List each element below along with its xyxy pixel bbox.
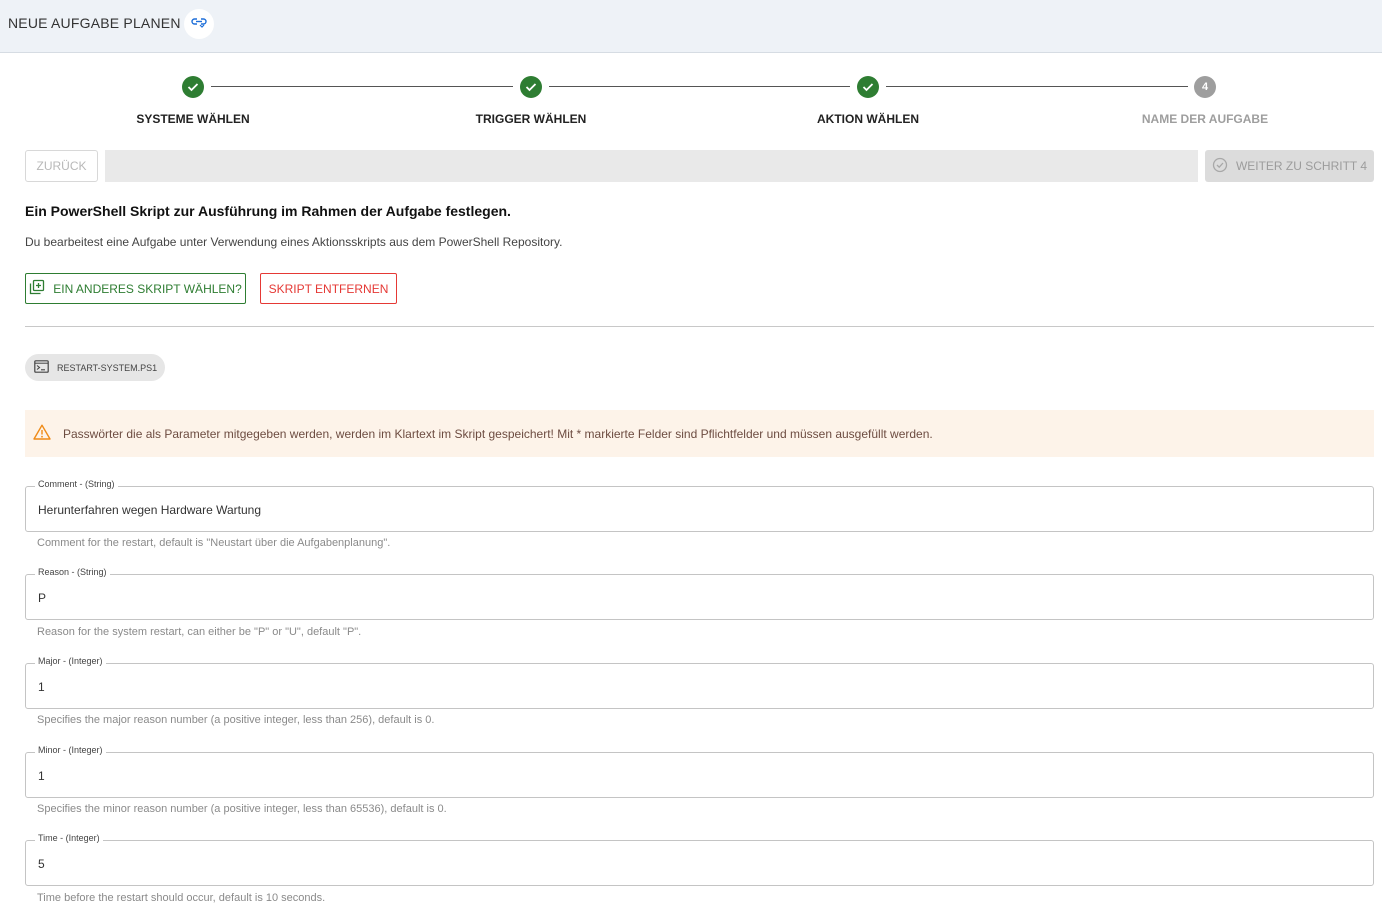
- page-header: NEUE AUFGABE PLANEN: [0, 0, 1382, 53]
- warning-banner: Passwörter die als Parameter mitgegeben …: [25, 410, 1374, 457]
- comment-field-label: Comment - (String): [35, 479, 118, 489]
- library-add-icon: [29, 279, 45, 298]
- next-step-button[interactable]: WEITER ZU SCHRITT 4: [1205, 150, 1374, 182]
- script-chip: RESTART-SYSTEM.PS1: [25, 354, 165, 381]
- step-label-trigger[interactable]: TRIGGER WÄHLEN: [476, 112, 587, 126]
- link-icon: [191, 15, 207, 33]
- warning-icon: [33, 424, 51, 443]
- remove-script-button[interactable]: SKRIPT ENTFERNEN: [260, 273, 397, 304]
- comment-field-value[interactable]: Herunterfahren wegen Hardware Wartung: [38, 503, 261, 517]
- terminal-icon: [34, 360, 49, 375]
- step-label-action[interactable]: AKTION WÄHLEN: [817, 112, 919, 126]
- step-connector: [549, 86, 850, 87]
- next-step-label: WEITER ZU SCHRITT 4: [1235, 159, 1368, 173]
- choose-other-script-label: EIN ANDERES SKRIPT WÄHLEN?: [53, 281, 242, 296]
- link-button[interactable]: [184, 9, 214, 39]
- time-field-label: Time - (Integer): [35, 833, 103, 843]
- stepper: 4 SYSTEME WÄHLEN TRIGGER WÄHLEN AKTION W…: [0, 72, 1382, 132]
- reason-field[interactable]: Reason - (String) P: [25, 567, 1374, 620]
- reason-field-label: Reason - (String): [35, 567, 110, 577]
- reason-field-value[interactable]: P: [38, 591, 46, 605]
- reason-field-help: Reason for the system restart, can eithe…: [37, 626, 362, 638]
- step-connector: [886, 86, 1188, 87]
- section-description: Du bearbeitest eine Aufgabe unter Verwen…: [25, 235, 563, 249]
- time-field[interactable]: Time - (Integer) 5: [25, 833, 1374, 886]
- step-1-check-icon: [182, 76, 204, 98]
- step-connector: [211, 86, 513, 87]
- section-divider: [25, 326, 1374, 327]
- section-title: Ein PowerShell Skript zur Ausführung im …: [25, 203, 511, 219]
- script-chip-label: RESTART-SYSTEM.PS1: [57, 362, 158, 373]
- step-4-number: 4: [1194, 76, 1216, 98]
- step-label-systems[interactable]: SYSTEME WÄHLEN: [136, 112, 249, 126]
- minor-field-help: Specifies the minor reason number (a pos…: [37, 803, 447, 815]
- major-field[interactable]: Major - (Integer) 1: [25, 656, 1374, 709]
- step-3-check-icon: [857, 76, 879, 98]
- major-field-value[interactable]: 1: [38, 680, 45, 694]
- time-field-value[interactable]: 5: [38, 857, 45, 871]
- navigation-bar-spacer: [105, 150, 1198, 182]
- check-circle-icon: [1212, 157, 1228, 176]
- step-2-check-icon: [520, 76, 542, 98]
- major-field-label: Major - (Integer): [35, 656, 106, 666]
- comment-field[interactable]: Comment - (String) Herunterfahren wegen …: [25, 479, 1374, 532]
- major-field-help: Specifies the major reason number (a pos…: [37, 714, 435, 726]
- back-button[interactable]: ZURÜCK: [25, 150, 98, 182]
- time-field-help: Time before the restart should occur, de…: [37, 892, 326, 904]
- minor-field-label: Minor - (Integer): [35, 745, 106, 755]
- page-title: NEUE AUFGABE PLANEN: [8, 15, 181, 31]
- step-label-name: NAME DER AUFGABE: [1141, 112, 1269, 126]
- minor-field-value[interactable]: 1: [38, 769, 45, 783]
- minor-field[interactable]: Minor - (Integer) 1: [25, 745, 1374, 798]
- wizard-navigation: ZURÜCK WEITER ZU SCHRITT 4: [25, 150, 1374, 182]
- choose-other-script-button[interactable]: EIN ANDERES SKRIPT WÄHLEN?: [25, 273, 246, 304]
- comment-field-help: Comment for the restart, default is "Neu…: [37, 537, 391, 549]
- warning-text: Passwörter die als Parameter mitgegeben …: [63, 426, 933, 441]
